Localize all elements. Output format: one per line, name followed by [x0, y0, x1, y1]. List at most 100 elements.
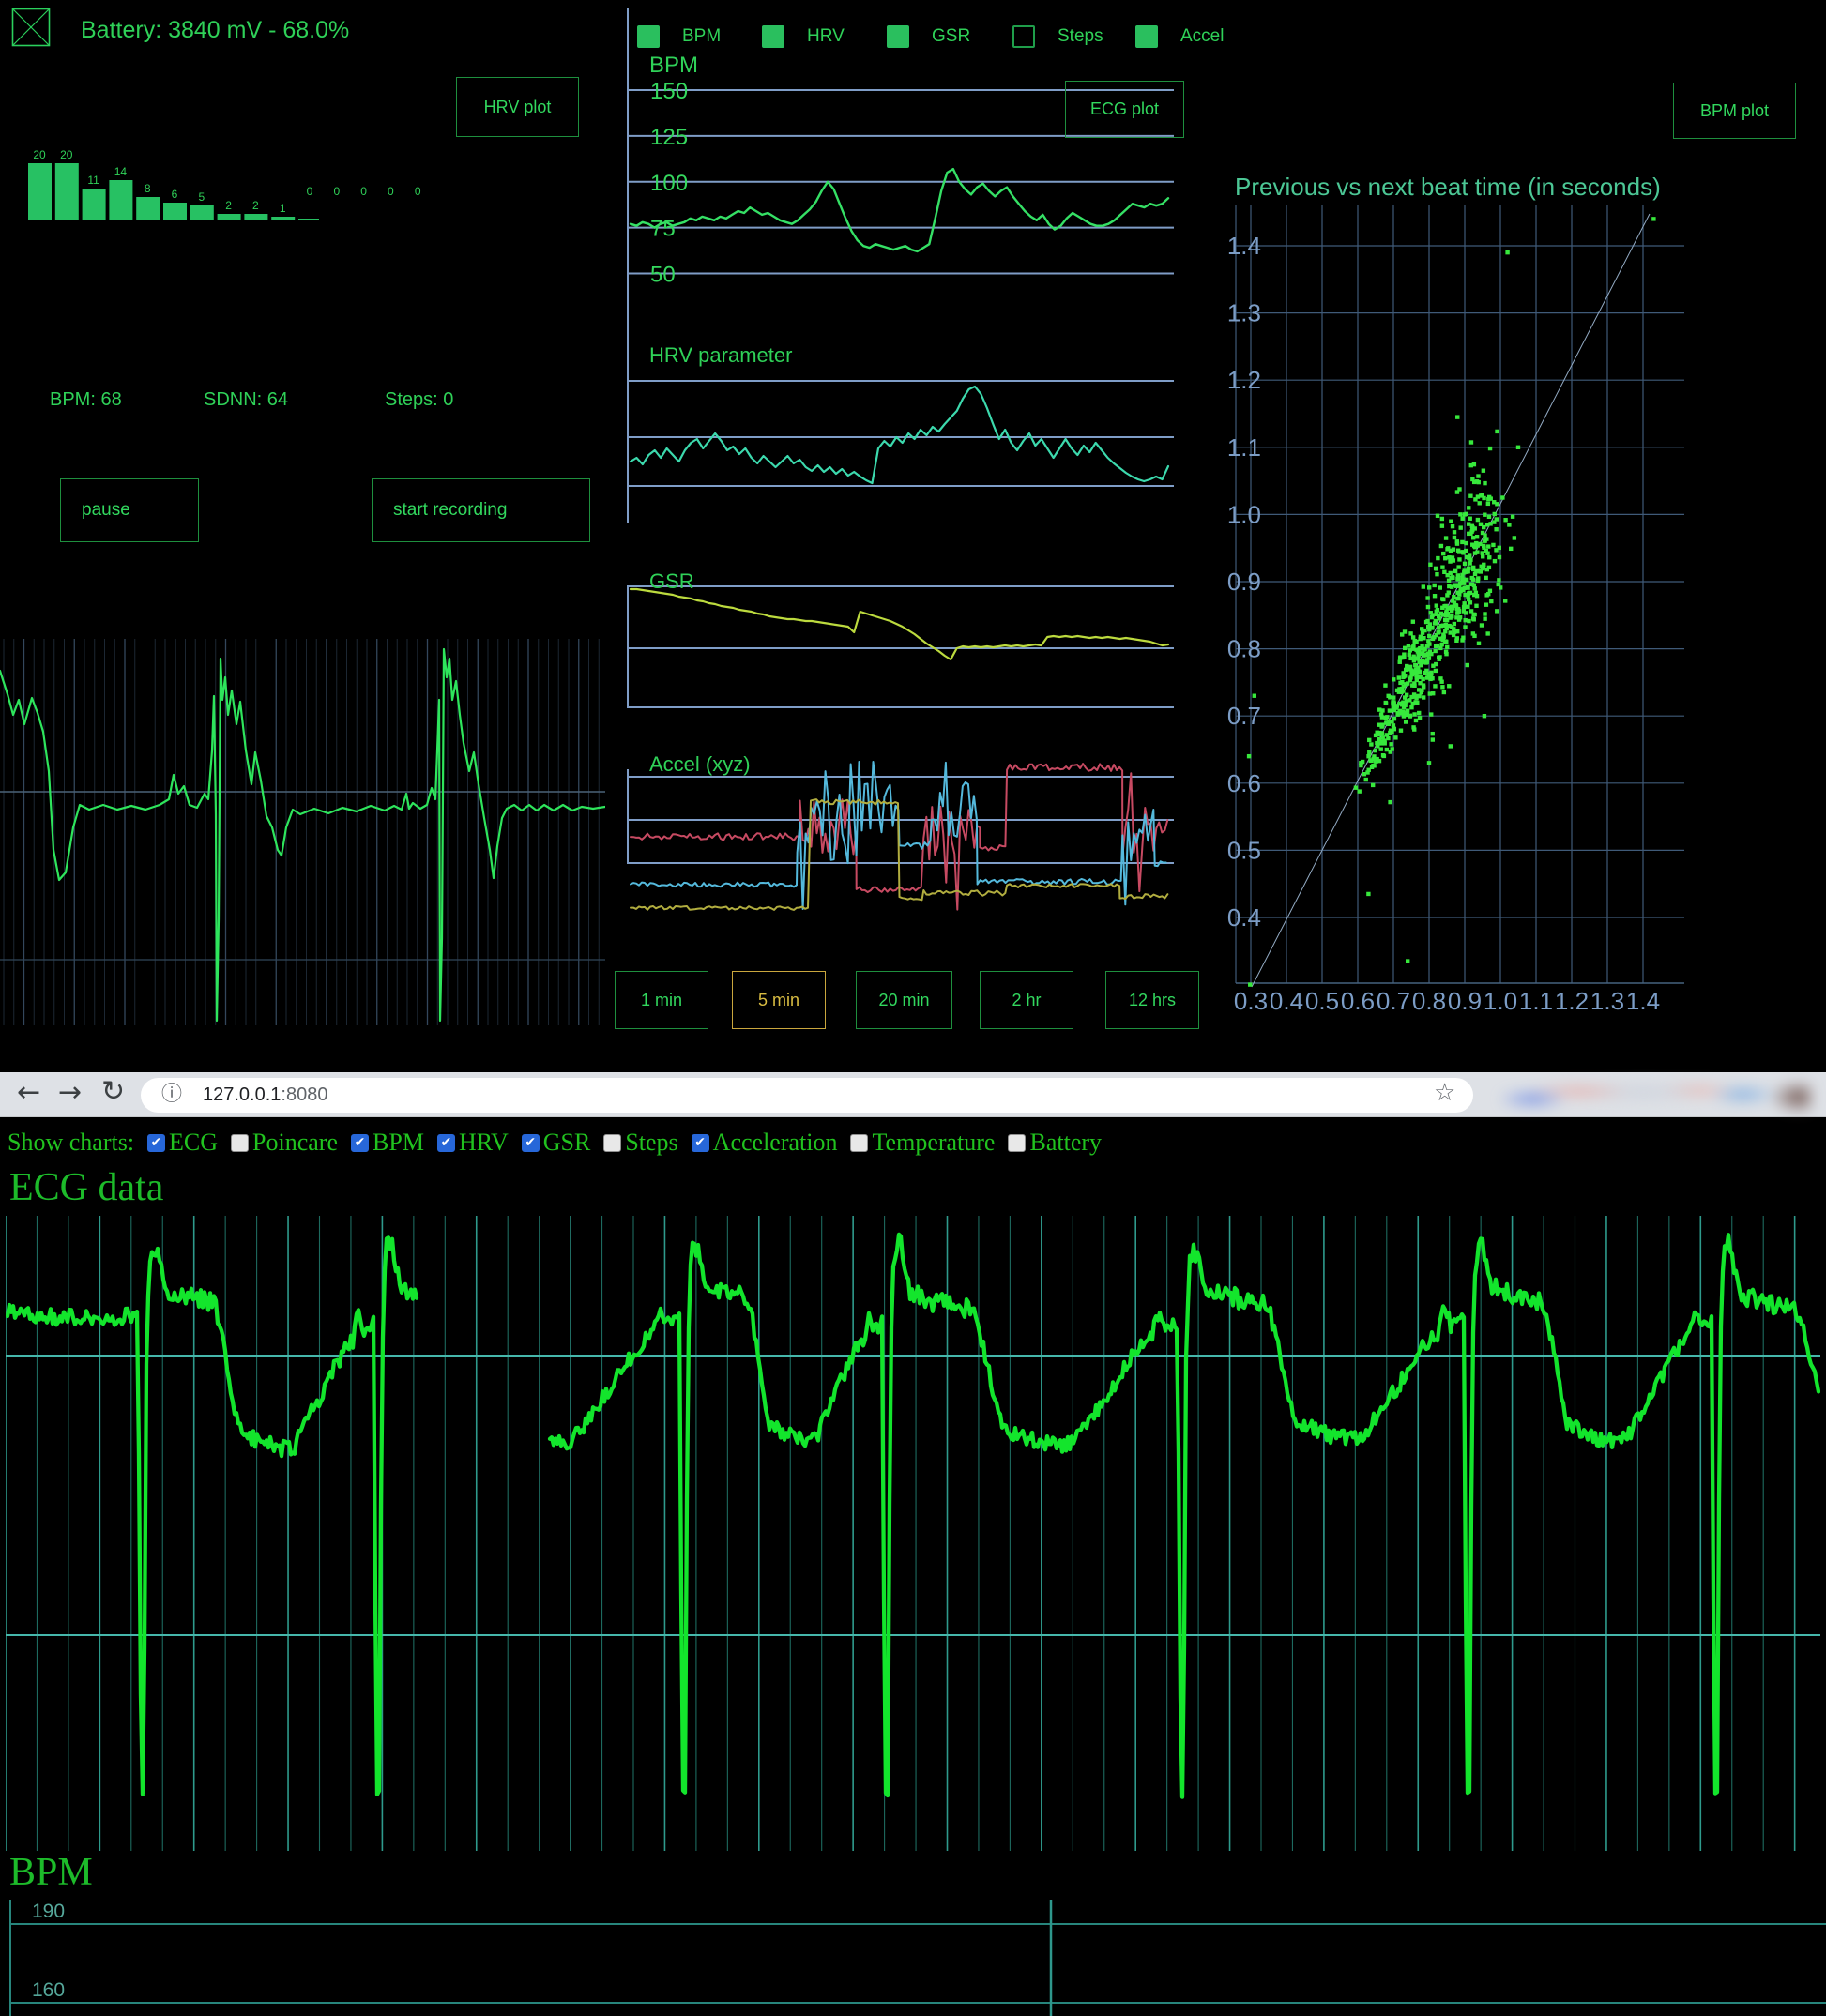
svg-text:8: 8	[145, 182, 151, 195]
toggle-ecg[interactable]: ECG	[147, 1129, 218, 1157]
toggle-label: HRV	[459, 1129, 509, 1157]
toggle-bpm[interactable]: BPM	[351, 1129, 424, 1157]
svg-text:0: 0	[307, 185, 313, 198]
forward-icon[interactable]: →	[58, 1079, 82, 1107]
svg-text:0.5: 0.5	[1227, 836, 1261, 864]
toggle-label: Battery	[1029, 1129, 1102, 1157]
accel-section-title: Accel (xyz)	[649, 752, 751, 777]
svg-text:50: 50	[650, 263, 676, 288]
svg-text:0.6: 0.6	[1227, 769, 1261, 797]
svg-text:0: 0	[415, 185, 421, 198]
hrv-chart	[624, 375, 1178, 497]
browser-toolbar: ← → ↻ ⓘ 127.0.0.1:8080 ☆	[0, 1072, 1826, 1117]
toggle-gsr[interactable]: GSR	[522, 1129, 591, 1157]
time-range-2hr[interactable]: 2 hr	[980, 971, 1073, 1029]
toggle-label: Poincare	[252, 1129, 338, 1157]
hrv-checkbox[interactable]	[762, 25, 784, 48]
svg-text:1.0: 1.0	[1484, 987, 1517, 1015]
svg-text:150: 150	[650, 79, 688, 104]
time-range-1min[interactable]: 1 min	[615, 971, 708, 1029]
signal-toggle-bpm[interactable]: BPM	[637, 25, 721, 48]
toggle-battery[interactable]: Battery	[1008, 1129, 1102, 1157]
svg-text:190: 190	[32, 1901, 65, 1922]
time-range-5min[interactable]: 5 min	[732, 971, 826, 1029]
svg-text:0: 0	[333, 185, 340, 198]
bpm-chart: 1501251007550	[624, 34, 1178, 334]
sdnn-stat: SDNN: 64	[204, 389, 288, 411]
svg-text:14: 14	[114, 165, 128, 178]
svg-text:0.7: 0.7	[1377, 987, 1410, 1015]
info-icon[interactable]: ⓘ	[161, 1084, 182, 1105]
hrv-toggle-checkbox[interactable]	[437, 1134, 455, 1152]
back-icon[interactable]: ←	[17, 1079, 40, 1107]
svg-text:2: 2	[225, 199, 232, 212]
time-range-12hrs[interactable]: 12 hrs	[1105, 971, 1199, 1029]
svg-text:100: 100	[650, 171, 688, 196]
ecg-plot-button[interactable]: ECG plot	[1065, 81, 1184, 138]
signal-toggle-accel[interactable]: Accel	[1135, 25, 1224, 48]
gsr-chart	[624, 577, 1178, 718]
app-window: Battery: 3840 mV - 68.0% HRV plot 202011…	[0, 0, 1826, 1072]
accel-axis-line	[627, 769, 629, 863]
ecg-data-heading: ECG data	[9, 1165, 163, 1210]
svg-text:6: 6	[172, 188, 178, 201]
signal-toggle-gsr[interactable]: GSR	[887, 25, 970, 48]
svg-text:75: 75	[650, 217, 676, 242]
svg-text:0.4: 0.4	[1270, 987, 1303, 1015]
svg-text:1.3: 1.3	[1590, 987, 1624, 1015]
acceleration-toggle-checkbox[interactable]	[692, 1134, 709, 1152]
browser-profile-blur	[1501, 1076, 1811, 1114]
svg-text:1.4: 1.4	[1626, 987, 1660, 1015]
bpm-checkbox-label: BPM	[682, 26, 721, 47]
svg-text:0: 0	[360, 185, 367, 198]
svg-text:2: 2	[252, 199, 259, 212]
show-charts-row: Show charts: ECG Poincare BPM HRV GSR St…	[8, 1129, 1102, 1157]
steps-checkbox[interactable]	[1012, 25, 1035, 48]
bpm-toggle-checkbox[interactable]	[351, 1134, 369, 1152]
time-range-20min[interactable]: 20 min	[856, 971, 952, 1029]
address-bar[interactable]: ⓘ	[141, 1078, 1473, 1113]
ecg-preview-chart	[0, 639, 605, 1025]
bookmark-star-icon[interactable]: ☆	[1434, 1081, 1455, 1105]
pause-button[interactable]: pause	[60, 478, 199, 542]
svg-text:5: 5	[198, 190, 205, 204]
gsr-checkbox-label: GSR	[932, 26, 970, 47]
toggle-hrv[interactable]: HRV	[437, 1129, 509, 1157]
steps-toggle-checkbox[interactable]	[603, 1134, 621, 1152]
svg-text:1.4: 1.4	[1227, 232, 1261, 260]
toggle-temperature[interactable]: Temperature	[850, 1129, 995, 1157]
signal-toggle-steps[interactable]: Steps	[1012, 25, 1103, 48]
battery-toggle-checkbox[interactable]	[1008, 1134, 1026, 1152]
poincare-plot: 1.41.31.21.11.00.90.80.70.60.50.40.30.40…	[1210, 169, 1826, 1023]
svg-text:0.9: 0.9	[1448, 987, 1482, 1015]
toggle-acceleration[interactable]: Acceleration	[692, 1129, 838, 1157]
toggle-steps[interactable]: Steps	[603, 1129, 677, 1157]
accel-checkbox[interactable]	[1135, 25, 1158, 48]
svg-text:0.6: 0.6	[1341, 987, 1375, 1015]
signal-toggle-hrv[interactable]: HRV	[762, 25, 845, 48]
bpm-plot-button[interactable]: BPM plot	[1673, 83, 1796, 139]
gsr-checkbox[interactable]	[887, 25, 909, 48]
ecg-toggle-checkbox[interactable]	[147, 1134, 165, 1152]
bpm-checkbox[interactable]	[637, 25, 660, 48]
hrv-section-title: HRV parameter	[649, 343, 792, 368]
toggle-label: Steps	[625, 1129, 677, 1157]
toggle-label: Acceleration	[713, 1129, 838, 1157]
url-text[interactable]: 127.0.0.1:8080	[203, 1084, 327, 1106]
gsr-toggle-checkbox[interactable]	[522, 1134, 540, 1152]
bpm-bottom-chart: 190160	[9, 1900, 1826, 2016]
accel-checkbox-label: Accel	[1180, 26, 1224, 47]
poincare-toggle-checkbox[interactable]	[231, 1134, 249, 1152]
svg-text:0.7: 0.7	[1227, 702, 1261, 730]
svg-text:0.8: 0.8	[1227, 635, 1261, 663]
svg-text:0.4: 0.4	[1227, 903, 1261, 932]
toggle-poincare[interactable]: Poincare	[231, 1129, 338, 1157]
hrv-plot-button[interactable]: HRV plot	[456, 77, 579, 137]
temperature-toggle-checkbox[interactable]	[850, 1134, 868, 1152]
svg-text:0.8: 0.8	[1412, 987, 1446, 1015]
reload-icon[interactable]: ↻	[101, 1078, 125, 1106]
steps-checkbox-label: Steps	[1058, 26, 1103, 47]
show-charts-label: Show charts:	[8, 1129, 134, 1157]
start-recording-button[interactable]: start recording	[372, 478, 590, 542]
svg-text:0.5: 0.5	[1305, 987, 1339, 1015]
